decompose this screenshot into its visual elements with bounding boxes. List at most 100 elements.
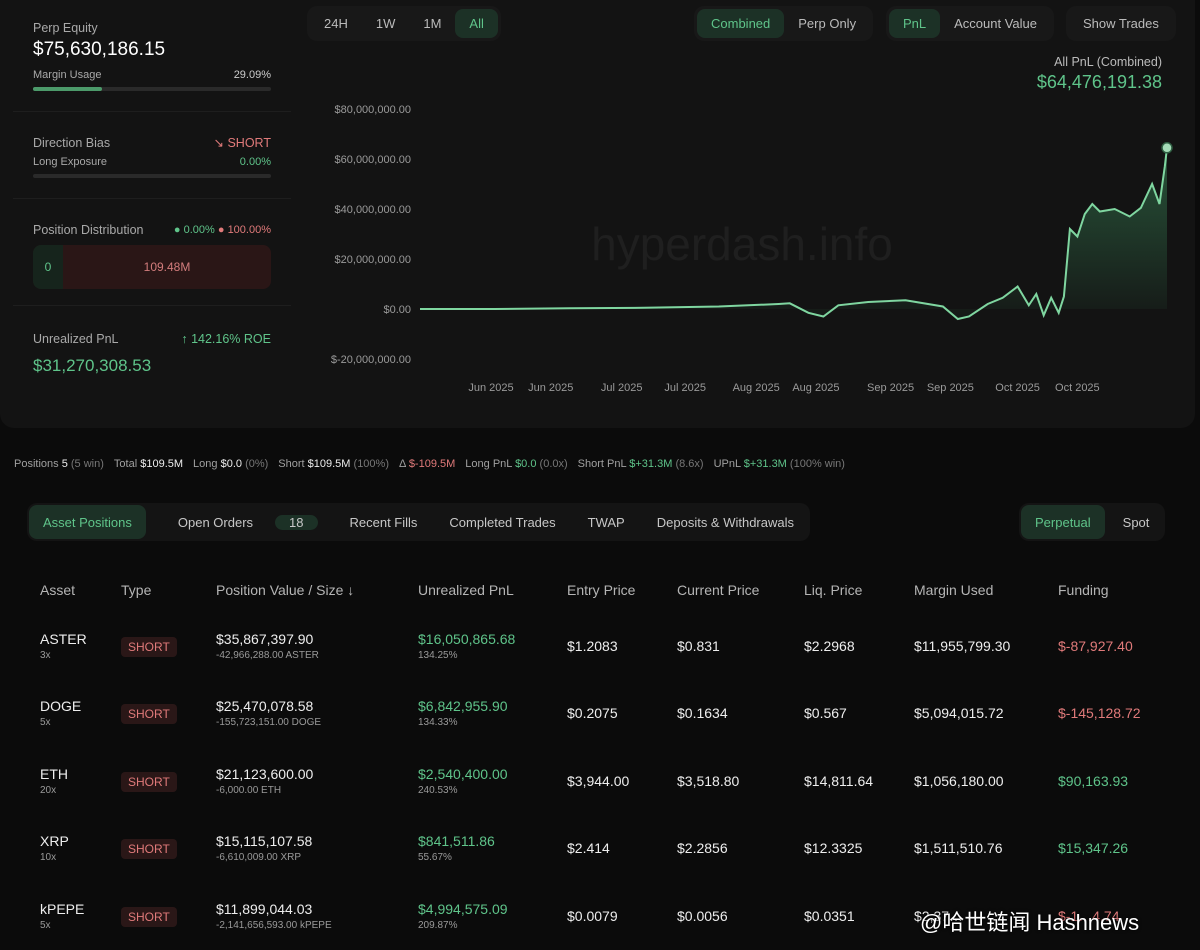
position-value: $25,470,078.58	[216, 698, 314, 715]
liq-price: $0.567	[804, 705, 847, 722]
type-badge: SHORT	[121, 636, 177, 657]
y-tick-label: $0.00	[383, 304, 411, 316]
overview-panel: Perp Equity $75,630,186.15 Margin Usage 2…	[0, 0, 1195, 428]
short-sub: (100%)	[353, 458, 389, 470]
asset-name[interactable]: XRP	[40, 833, 95, 849]
positions-label: Positions	[14, 458, 59, 470]
leverage: 5x	[40, 919, 51, 931]
column-header[interactable]: Type	[108, 568, 203, 612]
tab-deposits-withdrawals[interactable]: Deposits & Withdrawals	[643, 505, 808, 539]
position-size: -6,000.00 ETH	[216, 784, 282, 796]
position-size: -6,610,009.00 XRP	[216, 852, 302, 864]
x-tick-label: Aug 2025	[792, 382, 839, 394]
type-badge: SHORT	[121, 771, 177, 792]
type-badge: SHORT	[121, 906, 177, 927]
upnl-value: $+31.3M	[743, 458, 787, 470]
x-tick-label: Sep 2025	[867, 382, 914, 394]
column-header[interactable]: Entry Price	[554, 568, 664, 612]
tab-asset-positions[interactable]: Asset Positions	[29, 505, 146, 539]
entry-price: $1.2083	[567, 637, 618, 654]
asset-name[interactable]: ASTER	[40, 631, 95, 647]
pnl-pct: 134.33%	[418, 717, 458, 729]
position-size: -2,141,656,593.00 kPEPE	[216, 919, 332, 931]
upnl-label: UPnL	[713, 458, 741, 470]
long-pnl-value: $0.0	[515, 458, 537, 470]
funding: $-145,128.72	[1058, 705, 1141, 722]
margin-used: $5,094,015.72	[914, 705, 1004, 722]
x-tick-label: Jul 2025	[601, 382, 643, 394]
margin-used: $1,056,180.00	[914, 772, 1004, 789]
pnl-pct: 55.67%	[418, 852, 452, 864]
short-label: Short	[278, 458, 305, 470]
pnl-pct: 134.25%	[418, 649, 458, 661]
asset-name[interactable]: DOGE	[40, 698, 95, 714]
liq-price: $14,811.64	[804, 772, 874, 789]
column-header[interactable]: Liq. Price	[791, 568, 901, 612]
asset-name[interactable]: ETH	[40, 766, 95, 782]
liq-price: $2.2968	[804, 637, 855, 654]
position-value: $11,899,044.03	[216, 900, 313, 917]
table-row[interactable]: ETH 20x SHORT $21,123,600.00 -6,000.00 ETH…	[27, 747, 1172, 815]
long-value: $0.0	[220, 458, 242, 470]
tab-twap[interactable]: TWAP	[574, 505, 639, 539]
y-tick-label: $40,000,000.00	[335, 204, 411, 216]
tab-recent-fills[interactable]: Recent Fills	[336, 505, 432, 539]
type-badge: SHORT	[121, 839, 177, 860]
positions-table: Asset Type Position Value / Size ↓ Unrealiz…	[27, 568, 1172, 950]
positions-tabs: Asset Positions Open Orders 18 Recent Fil…	[27, 503, 811, 541]
asset-name[interactable]: kPEPE	[40, 901, 95, 917]
type-badge: SHORT	[121, 704, 177, 725]
total-label: Total	[113, 458, 138, 470]
x-tick-label: Sep 2025	[927, 382, 974, 394]
unrealized-pnl: $4,994,575.09	[418, 900, 508, 917]
table-row[interactable]: DOGE 5x SHORT $25,470,078.58 -155,723,151.…	[27, 680, 1172, 748]
entry-price: $2.414	[567, 840, 610, 857]
leverage: 20x	[40, 784, 57, 796]
y-tick-label: $60,000,000.00	[335, 154, 411, 166]
leverage: 10x	[40, 852, 57, 864]
column-header[interactable]: Current Price	[664, 568, 791, 612]
delta-value: $-109.5M	[408, 458, 456, 470]
column-header[interactable]: Margin Used	[901, 568, 1045, 612]
table-row[interactable]: ASTER 3x SHORT $35,867,397.90 -42,966,288.…	[27, 612, 1172, 680]
long-sub: (0%)	[245, 458, 269, 470]
leverage: 5x	[40, 717, 51, 729]
short-pnl-label: Short PnL	[577, 458, 627, 470]
tab-perpetual[interactable]: Perpetual	[1021, 505, 1105, 539]
liq-price: $0.0351	[804, 907, 855, 924]
short-pnl-sub: (8.6x)	[675, 458, 704, 470]
x-tick-label: Jun 2025	[468, 382, 513, 394]
last-point-marker[interactable]	[1161, 142, 1173, 154]
positions-win: (5 win)	[70, 458, 104, 470]
column-header[interactable]: Position Value / Size ↓	[203, 568, 405, 612]
funding: $90,163.93	[1058, 772, 1129, 789]
funding: $-87,927.40	[1058, 637, 1133, 654]
x-tick-label: Jun 2025	[528, 382, 573, 394]
position-value: $35,867,397.90	[216, 630, 314, 647]
entry-price: $3,944.00	[567, 772, 630, 789]
position-size: -155,723,151.00 DOGE	[216, 717, 322, 729]
entry-price: $0.0079	[567, 907, 618, 924]
column-header[interactable]: Funding	[1045, 568, 1172, 612]
table-row[interactable]: XRP 10x SHORT $15,115,107.58 -6,610,009.00…	[27, 815, 1172, 883]
long-pnl-sub: (0.0x)	[539, 458, 568, 470]
tab-open-orders[interactable]: Open Orders 18	[150, 505, 332, 539]
unrealized-pnl: $841,511.86	[418, 833, 495, 850]
column-header[interactable]: Unrealized PnL	[405, 568, 554, 612]
current-price: $2.2856	[677, 840, 728, 857]
short-pnl-value: $+31.3M	[629, 458, 673, 470]
pnl-pct: 209.87%	[418, 919, 458, 931]
x-tick-label: Jul 2025	[664, 382, 706, 394]
pnl-chart[interactable]: hyperdash.info $80,000,000.00 $60,000,000…	[0, 0, 1195, 428]
chart-watermark: hyperdash.info	[591, 218, 893, 270]
column-header[interactable]: Asset	[27, 568, 108, 612]
tab-completed-trades[interactable]: Completed Trades	[435, 505, 569, 539]
tab-spot[interactable]: Spot	[1109, 505, 1164, 539]
position-value: $21,123,600.00	[216, 765, 314, 782]
x-tick-label: Oct 2025	[1055, 382, 1100, 394]
open-orders-count: 18	[275, 514, 318, 530]
current-price: $0.831	[677, 637, 720, 654]
funding: $15,347.26	[1058, 840, 1129, 857]
unrealized-pnl: $16,050,865.68	[418, 630, 516, 647]
upnl-sub: (100% win)	[789, 458, 845, 470]
